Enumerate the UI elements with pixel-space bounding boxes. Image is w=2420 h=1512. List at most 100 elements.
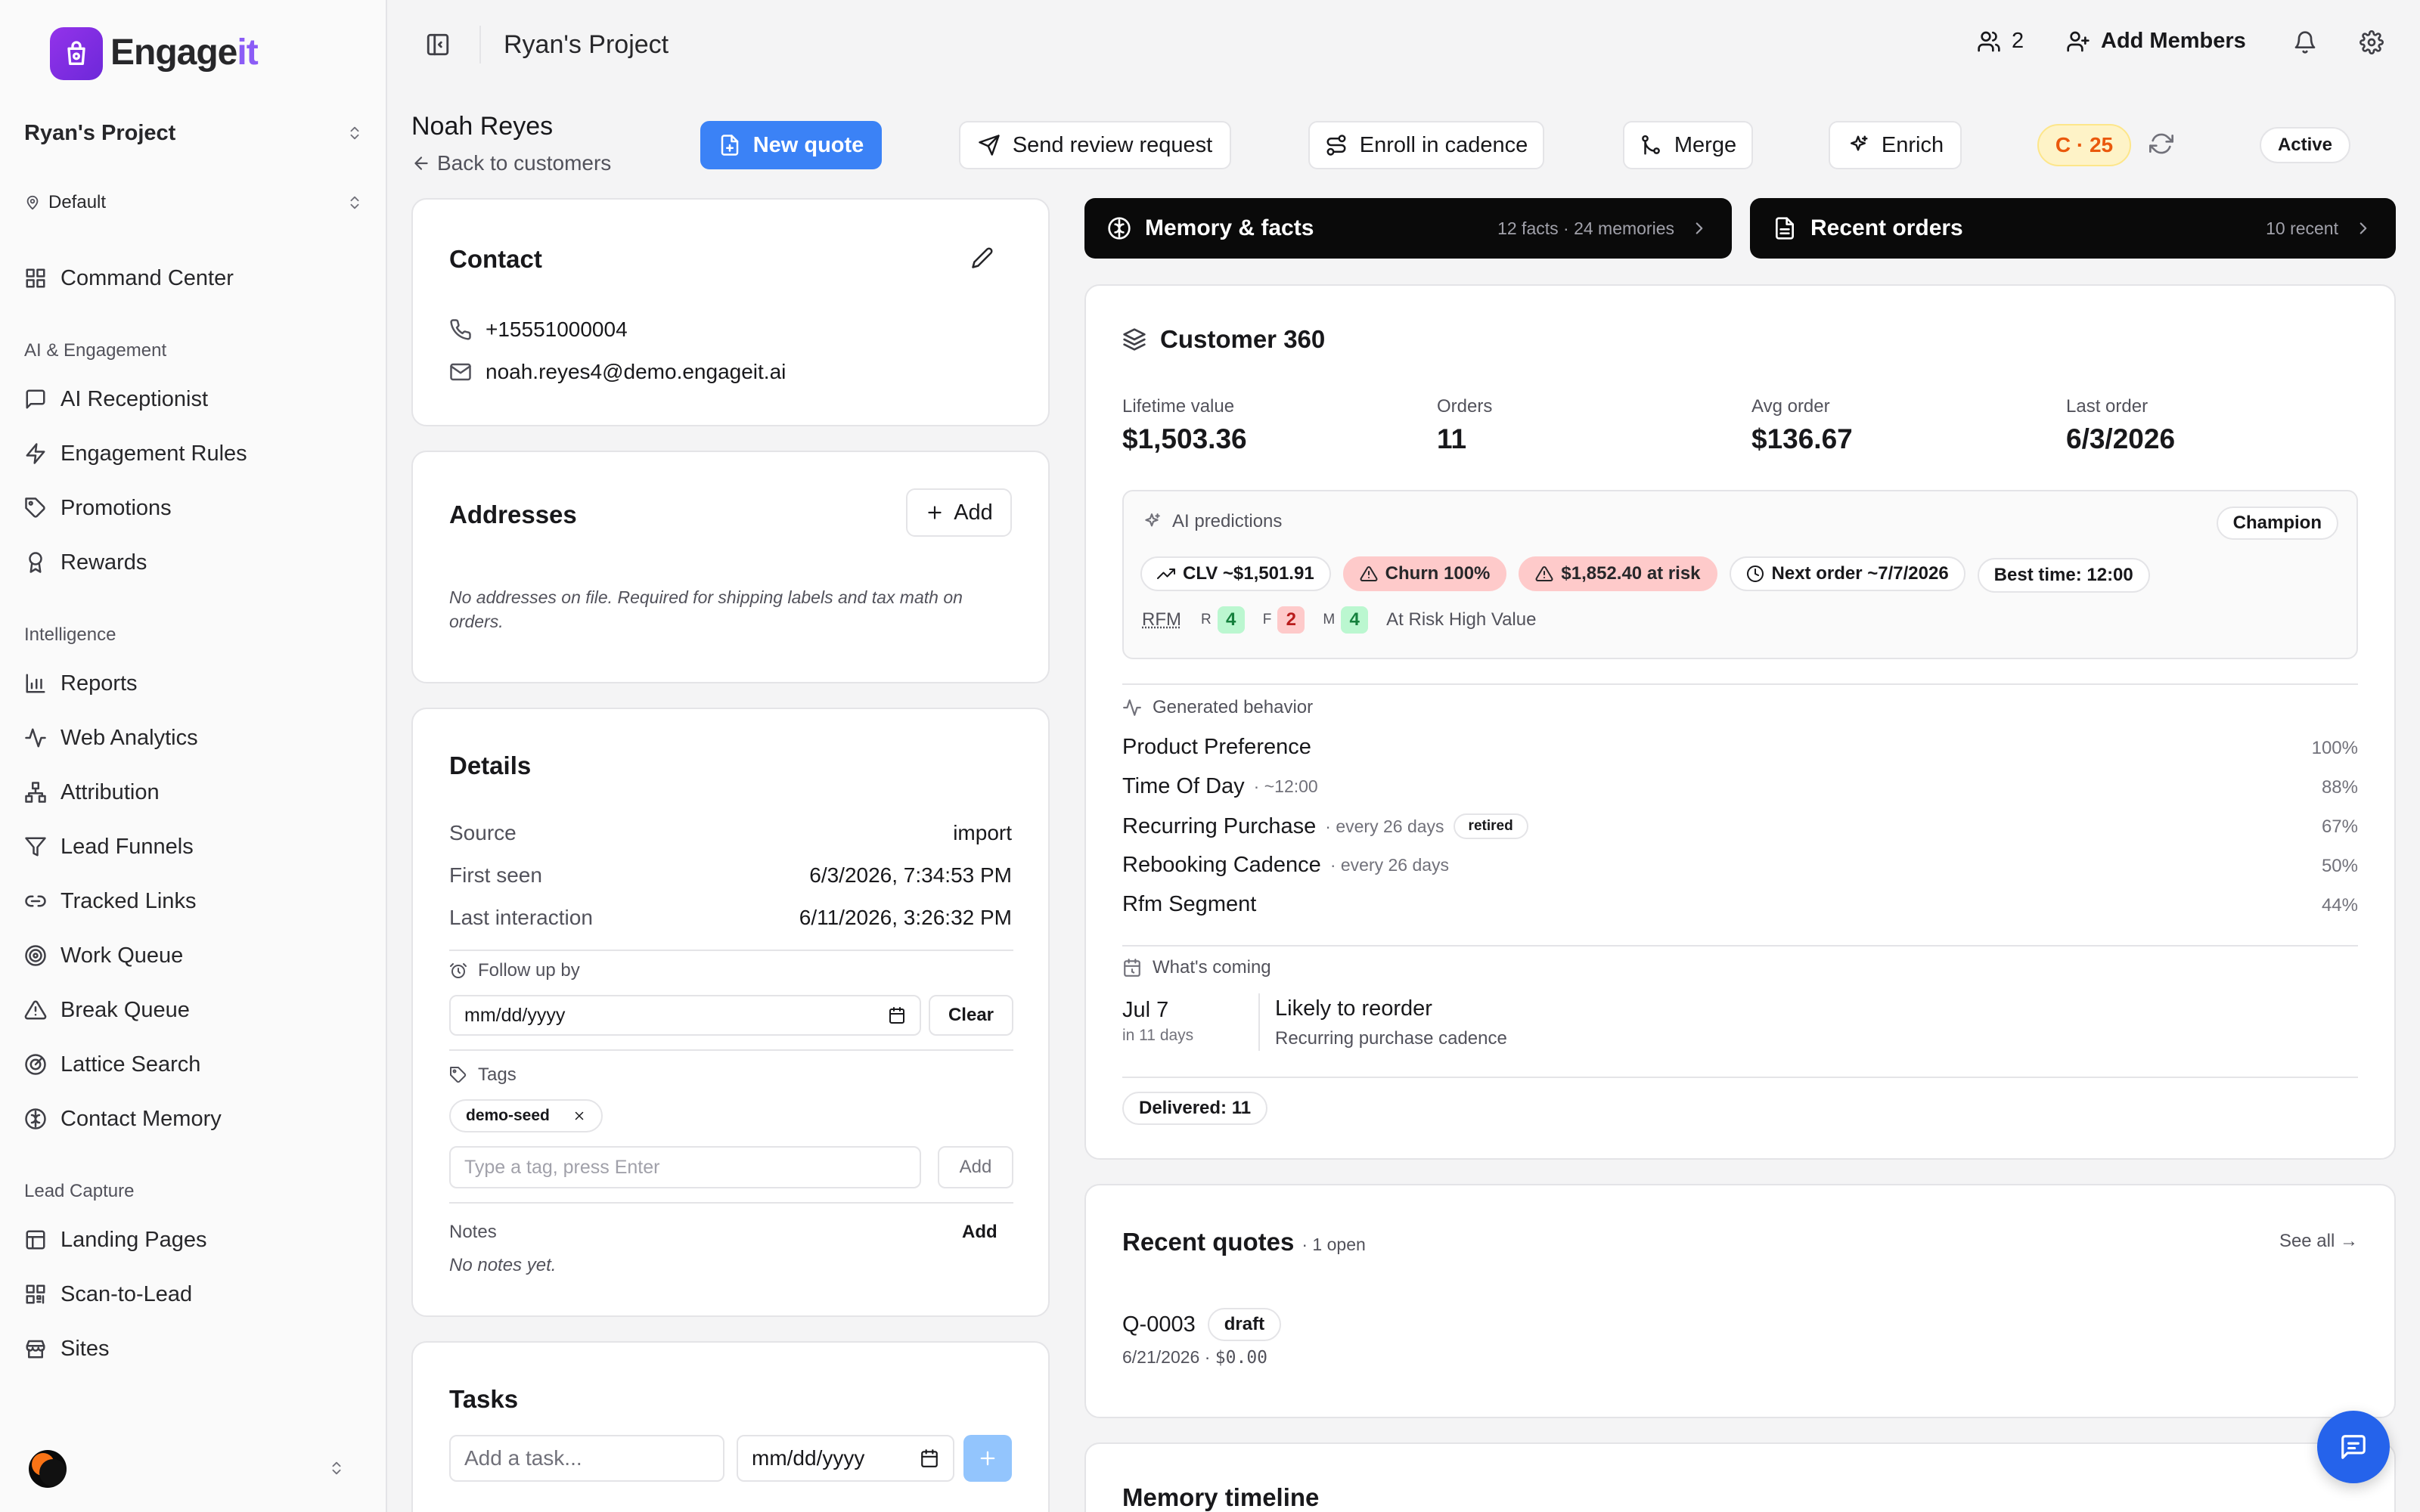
back-to-customers-link[interactable]: Back to customers [411, 151, 611, 175]
alarm-clock-icon [449, 962, 467, 980]
sidebar-item-ai-receptionist[interactable]: AI Receptionist [24, 376, 365, 422]
add-task-button[interactable] [963, 1435, 1012, 1482]
clear-date-button[interactable]: Clear [929, 995, 1013, 1036]
c360-header: Customer 360 [1122, 325, 1325, 354]
card-title: Memory timeline [1122, 1483, 1320, 1511]
task-input[interactable]: Add a task... [449, 1435, 724, 1482]
sidebar-item-lattice-search[interactable]: Lattice Search [24, 1042, 365, 1087]
sidebar-item-label: Sites [60, 1336, 110, 1361]
detail-value: 6/11/2026, 3:26:32 PM [799, 906, 1012, 929]
engagement-score-badge: C · 25 [2037, 124, 2131, 166]
message-square-icon [2339, 1433, 2368, 1461]
gear-icon[interactable] [2360, 30, 2384, 54]
receipt-icon [1773, 216, 1797, 240]
recent-orders-bar[interactable]: Recent orders 10 recent [1750, 198, 2396, 259]
plus-icon [977, 1448, 998, 1469]
tags-label: Tags [449, 1064, 517, 1086]
see-all-link[interactable]: See all → [2279, 1231, 2358, 1252]
behavior-name: Time Of Day [1122, 774, 1245, 798]
sidebar-item-label: Tracked Links [60, 888, 197, 913]
member-count: 2 [2012, 29, 2024, 53]
bar-chart-icon [24, 672, 47, 695]
add-note-button[interactable]: Add [962, 1222, 997, 1243]
sidebar-item-reports[interactable]: Reports [24, 661, 365, 706]
sidebar-item-promotions[interactable]: Promotions [24, 485, 365, 531]
quote-date: 6/21/2026 [1122, 1347, 1200, 1367]
pencil-icon[interactable] [971, 246, 994, 269]
bell-icon[interactable] [2293, 30, 2317, 54]
sidebar-item-engagement-rules[interactable]: Engagement Rules [24, 431, 365, 476]
rfm-f-score: 2 [1277, 606, 1305, 634]
contact-card: Contact +15551000004 noah.reyes4@demo.en… [411, 198, 1050, 426]
sidebar-item-scan-to-lead[interactable]: Scan-to-Lead [24, 1272, 365, 1317]
chevron-right-icon [2353, 218, 2373, 238]
rfm-r-score: 4 [1217, 606, 1245, 634]
sidebar-item-work-queue[interactable]: Work Queue [24, 933, 365, 978]
sidebar-item-break-queue[interactable]: Break Queue [24, 987, 365, 1033]
behavior-row: Recurring Purchase · every 26 days retir… [1122, 813, 1528, 839]
at-risk-pill: $1,852.40 at risk [1519, 556, 1717, 591]
radar-icon [24, 1053, 47, 1076]
sidebar-item-command-center[interactable]: Command Center [24, 256, 365, 301]
chevron-up-down-icon [346, 192, 363, 213]
sidebar-item-attribution[interactable]: Attribution [24, 770, 365, 815]
sidebar-item-web-analytics[interactable]: Web Analytics [24, 715, 365, 761]
quote-row[interactable]: Q-0003 draft [1122, 1308, 1282, 1341]
add-address-button[interactable]: Add [906, 488, 1012, 537]
behavior-row: Time Of Day · ~12:00 [1122, 774, 1318, 799]
chevron-up-down-icon[interactable] [328, 1458, 345, 1479]
behavior-row: Rfm Segment [1122, 892, 1256, 917]
follow-up-date-input[interactable]: mm/dd/yyyy [449, 995, 921, 1036]
sidebar-item-sites[interactable]: Sites [24, 1326, 365, 1371]
phone-row[interactable]: +15551000004 [449, 318, 628, 342]
send-review-label: Send review request [1012, 132, 1213, 157]
delivered-badge: Delivered: 11 [1122, 1092, 1268, 1125]
brain-icon [1107, 216, 1131, 240]
sidebar-toggle-icon[interactable] [425, 32, 451, 57]
sidebar-item-label: Lead Funnels [60, 834, 194, 859]
behavior-meta: · every 26 days [1325, 816, 1444, 836]
members-count[interactable]: 2 [1977, 29, 2024, 54]
brain-icon [24, 1108, 47, 1130]
coming-title: Likely to reorder [1275, 996, 1432, 1021]
tag-input[interactable]: Type a tag, press Enter [449, 1146, 921, 1188]
memory-facts-bar[interactable]: Memory & facts 12 facts · 24 memories [1084, 198, 1732, 259]
merge-button[interactable]: Merge [1623, 121, 1753, 169]
sidebar-item-contact-memory[interactable]: Contact Memory [24, 1096, 365, 1142]
calendar-icon [920, 1448, 939, 1468]
enroll-in-cadence-button[interactable]: Enroll in cadence [1308, 121, 1544, 169]
at-risk-text: $1,852.40 at risk [1561, 563, 1701, 584]
store-icon [24, 1337, 47, 1360]
next-order-text: Next order ~7/7/2026 [1771, 563, 1949, 584]
x-icon[interactable] [572, 1109, 586, 1123]
quote-status-badge: draft [1207, 1308, 1282, 1341]
chevron-up-down-icon [346, 122, 363, 144]
sidebar-item-label: Contact Memory [60, 1106, 222, 1131]
coming-label: What's coming [1122, 957, 1271, 978]
layers-icon [1122, 327, 1146, 352]
refresh-icon[interactable] [2149, 132, 2173, 156]
project-selector[interactable]: Ryan's Project [24, 115, 363, 151]
new-quote-button[interactable]: New quote [700, 121, 882, 169]
sidebar-item-rewards[interactable]: Rewards [24, 540, 365, 585]
send-review-request-button[interactable]: Send review request [959, 121, 1231, 169]
email-row[interactable]: noah.reyes4@demo.engageit.ai [449, 360, 786, 384]
location-selector[interactable]: Default [24, 187, 363, 218]
recent-quotes-card: Recent quotes · 1 open See all → Q-0003 … [1084, 1184, 2396, 1418]
quote-id: Q-0003 [1122, 1312, 1196, 1337]
chat-launcher-button[interactable] [2317, 1411, 2390, 1483]
card-title: Customer 360 [1160, 325, 1326, 353]
card-title: Tasks [449, 1385, 519, 1413]
task-date-input[interactable]: mm/dd/yyyy [737, 1435, 954, 1482]
user-avatar[interactable] [29, 1450, 67, 1488]
enrich-button[interactable]: Enrich [1829, 121, 1962, 169]
bar-subtitle: 10 recent [2266, 218, 2338, 238]
sidebar-item-landing-pages[interactable]: Landing Pages [24, 1217, 365, 1263]
project-name: Ryan's Project [24, 120, 176, 145]
coming-relative: in 11 days [1122, 1027, 1194, 1044]
add-tag-button[interactable]: Add [938, 1146, 1013, 1188]
sidebar-item-tracked-links[interactable]: Tracked Links [24, 878, 365, 924]
sidebar-item-lead-funnels[interactable]: Lead Funnels [24, 824, 365, 869]
detail-label: Source [449, 821, 517, 844]
add-members-button[interactable]: Add Members [2066, 29, 2246, 54]
